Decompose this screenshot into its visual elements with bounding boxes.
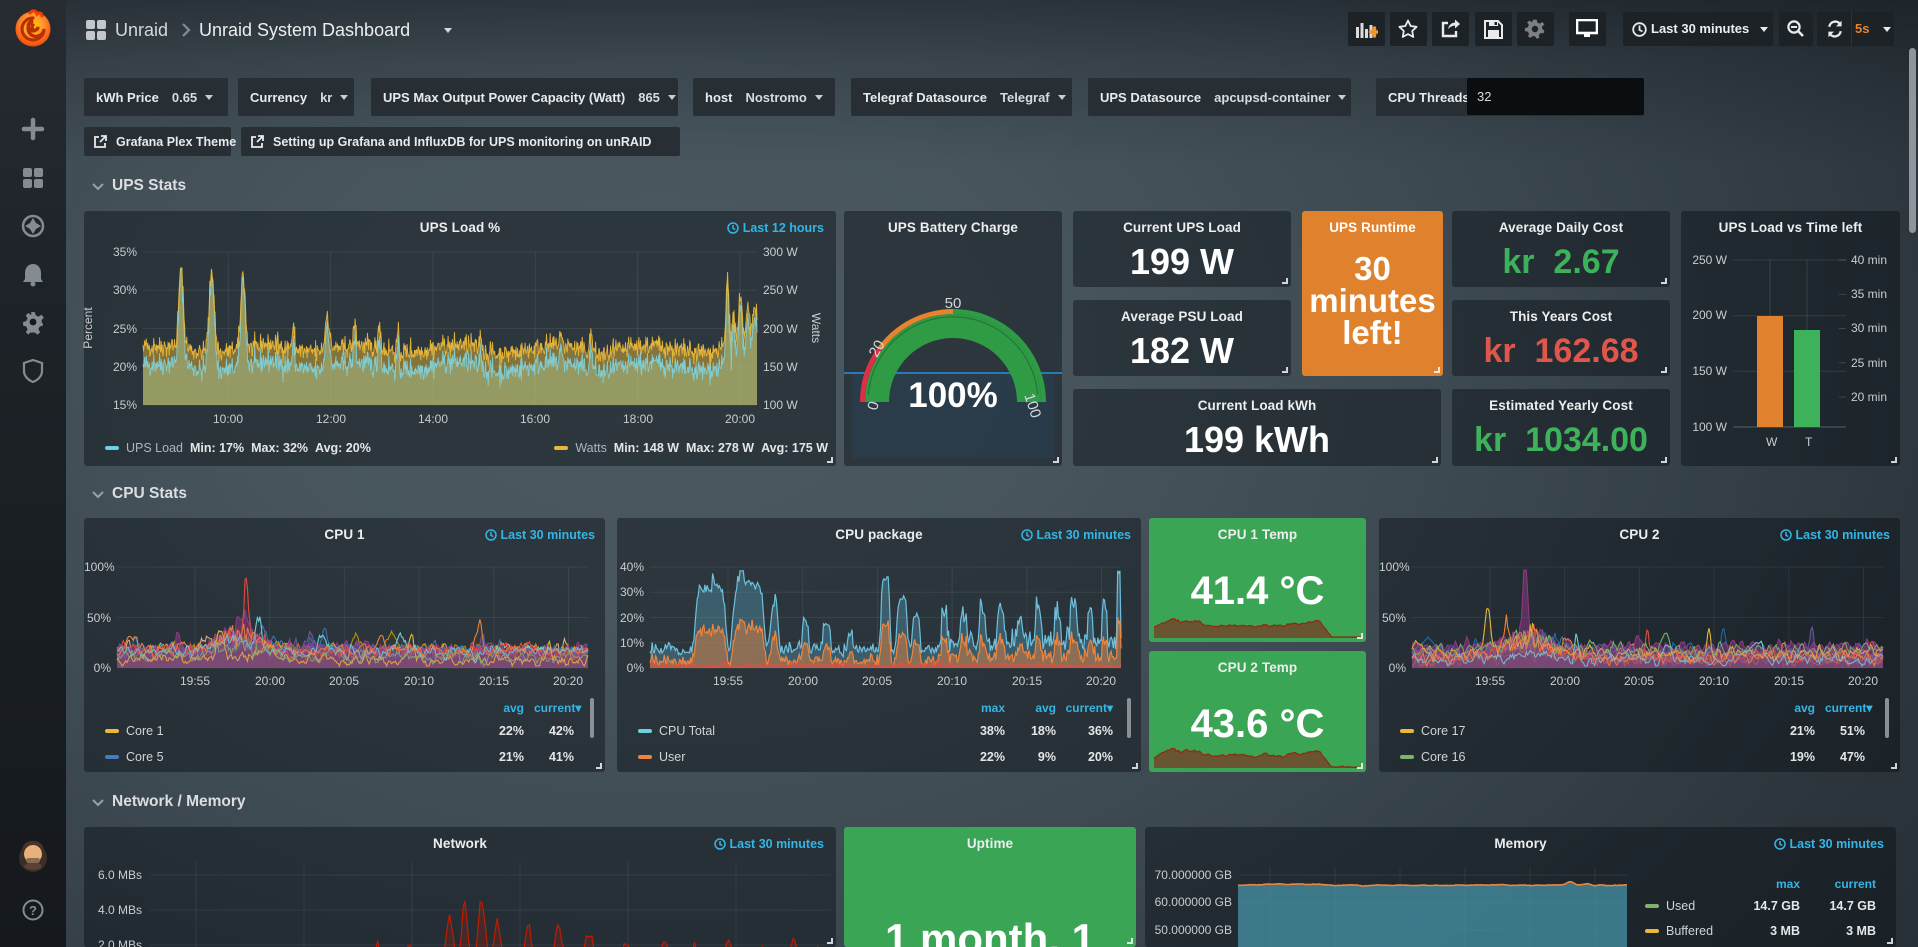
svg-text:?: ? (29, 903, 37, 918)
svg-text:50: 50 (945, 295, 962, 312)
